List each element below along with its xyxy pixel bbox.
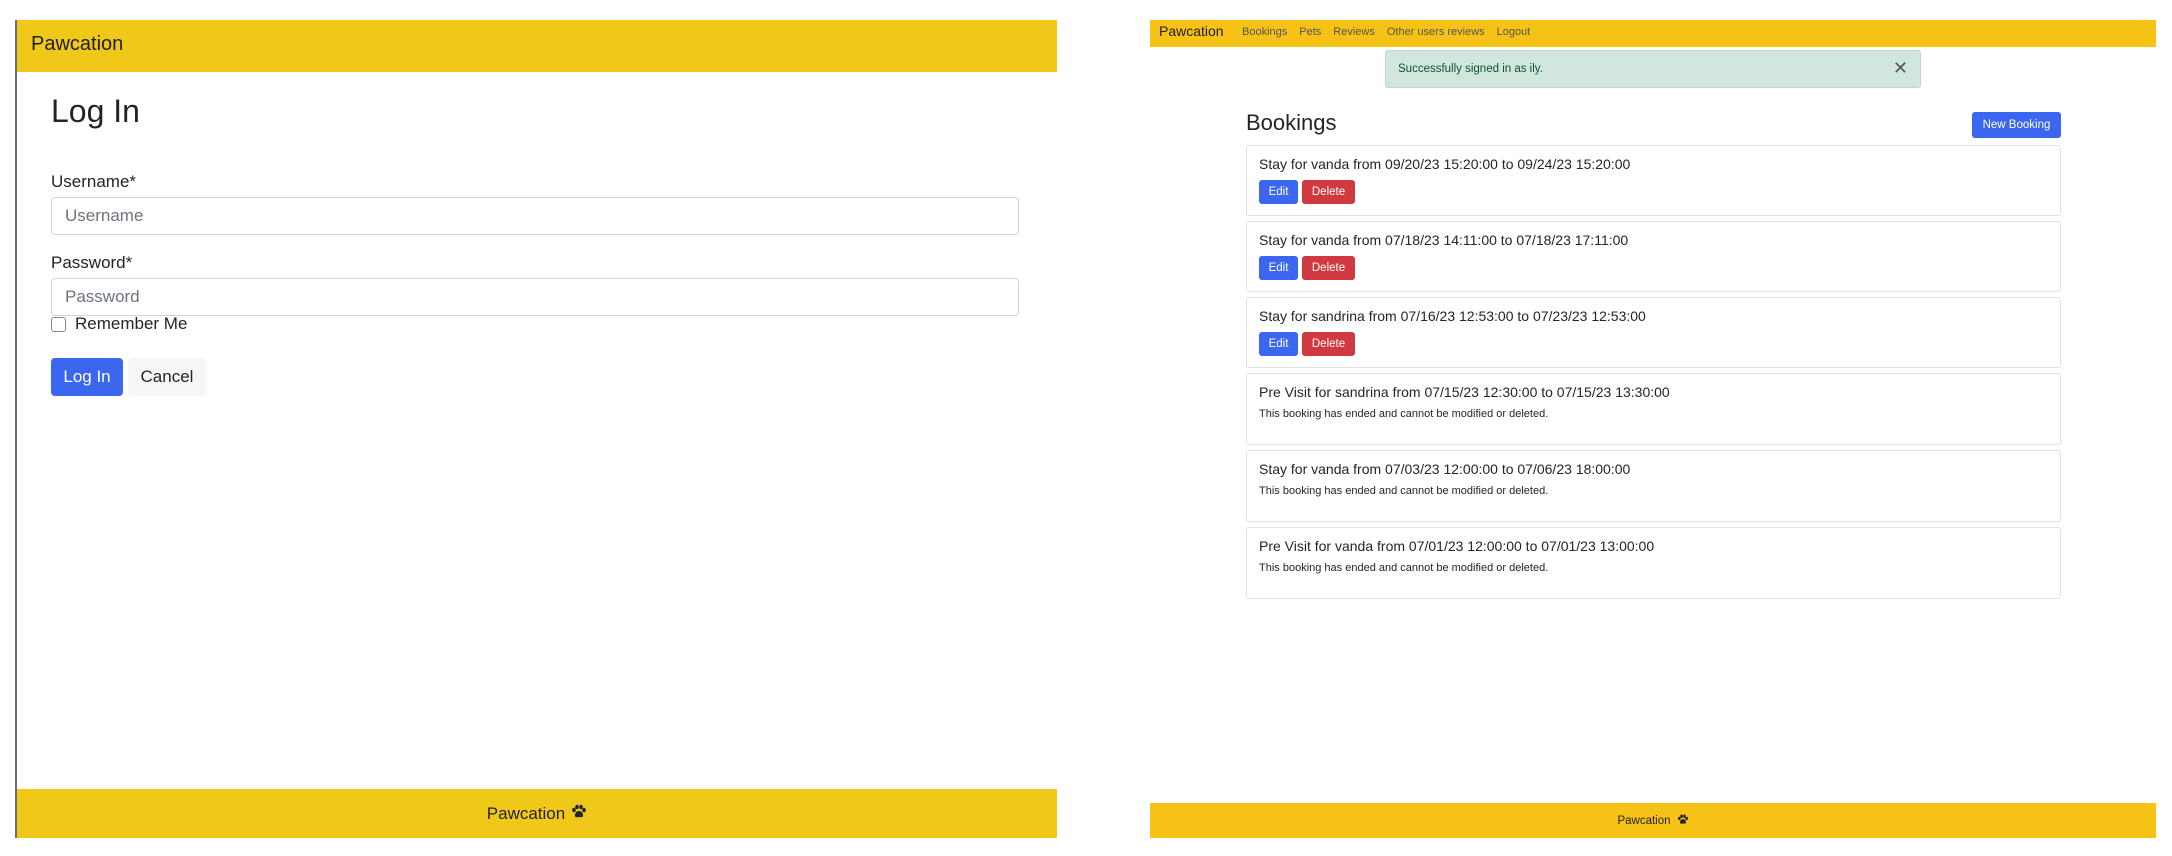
booking-card: Pre Visit for sandrina from 07/15/23 12:…	[1246, 373, 2061, 445]
footer: Pawcation	[1150, 803, 2156, 838]
edit-button[interactable]: Edit	[1259, 256, 1298, 280]
login-button[interactable]: Log In	[51, 358, 123, 396]
navbar: Pawcation	[17, 20, 1057, 72]
booking-title: Pre Visit for sandrina from 07/15/23 12:…	[1259, 384, 1670, 400]
navbar-brand[interactable]: Pawcation	[1159, 23, 1224, 39]
nav-link-bookings[interactable]: Bookings	[1242, 26, 1287, 38]
booking-title: Pre Visit for vanda from 07/01/23 12:00:…	[1259, 538, 1655, 554]
remember-me-label[interactable]: Remember Me	[75, 314, 187, 334]
footer-brand: Pawcation	[1617, 814, 1671, 827]
username-input[interactable]	[51, 197, 1019, 235]
delete-button[interactable]: Delete	[1302, 256, 1355, 280]
delete-button[interactable]: Delete	[1302, 180, 1355, 204]
booking-title: Stay for vanda from 09/20/23 15:20:00 to…	[1259, 156, 1631, 172]
booking-ended-note: This booking has ended and cannot be mod…	[1259, 485, 1549, 497]
booking-card: Stay for vanda from 09/20/23 15:20:00 to…	[1246, 145, 2061, 216]
paw-icon	[571, 804, 587, 824]
booking-card: Pre Visit for vanda from 07/01/23 12:00:…	[1246, 527, 2061, 599]
cancel-button[interactable]: Cancel	[128, 358, 206, 396]
booking-title: Stay for vanda from 07/18/23 14:11:00 to…	[1259, 232, 1629, 248]
bookings-window: Pawcation Bookings Pets Reviews Other us…	[1150, 20, 2156, 838]
nav-links: Bookings Pets Reviews Other users review…	[1242, 26, 1530, 38]
nav-link-logout[interactable]: Logout	[1497, 26, 1531, 38]
navbar-brand[interactable]: Pawcation	[31, 33, 123, 56]
booking-ended-note: This booking has ended and cannot be mod…	[1259, 562, 1549, 574]
nav-link-reviews[interactable]: Reviews	[1333, 26, 1375, 38]
password-input[interactable]	[51, 278, 1019, 316]
edit-button[interactable]: Edit	[1259, 332, 1298, 356]
page-title: Bookings	[1246, 110, 1337, 135]
login-window: Pawcation Log In Username* Password* Rem…	[15, 20, 1057, 838]
alert-message: Successfully signed in as ily.	[1398, 63, 1543, 75]
footer-brand: Pawcation	[486, 803, 566, 823]
password-label: Password*	[51, 253, 133, 272]
paw-icon	[1677, 814, 1689, 828]
booking-title: Stay for sandrina from 07/16/23 12:53:00…	[1259, 308, 1646, 324]
new-booking-button[interactable]: New Booking	[1972, 112, 2061, 138]
booking-title: Stay for vanda from 07/03/23 12:00:00 to…	[1259, 461, 1631, 477]
close-icon[interactable]: ✕	[1893, 59, 1908, 77]
edit-button[interactable]: Edit	[1259, 180, 1298, 204]
navbar: Pawcation Bookings Pets Reviews Other us…	[1150, 20, 2156, 47]
booking-card: Stay for vanda from 07/03/23 12:00:00 to…	[1246, 450, 2061, 522]
nav-link-pets[interactable]: Pets	[1299, 26, 1321, 38]
booking-ended-note: This booking has ended and cannot be mod…	[1259, 408, 1549, 420]
page-title: Log In	[51, 93, 140, 129]
booking-card: Stay for vanda from 07/18/23 14:11:00 to…	[1246, 221, 2061, 292]
delete-button[interactable]: Delete	[1302, 332, 1355, 356]
username-label: Username*	[51, 172, 137, 191]
remember-me-checkbox[interactable]	[51, 317, 66, 332]
success-alert: Successfully signed in as ily. ✕	[1385, 50, 1921, 88]
booking-card: Stay for sandrina from 07/16/23 12:53:00…	[1246, 297, 2061, 368]
nav-link-other-users-reviews[interactable]: Other users reviews	[1387, 26, 1485, 38]
footer: Pawcation	[17, 789, 1057, 838]
